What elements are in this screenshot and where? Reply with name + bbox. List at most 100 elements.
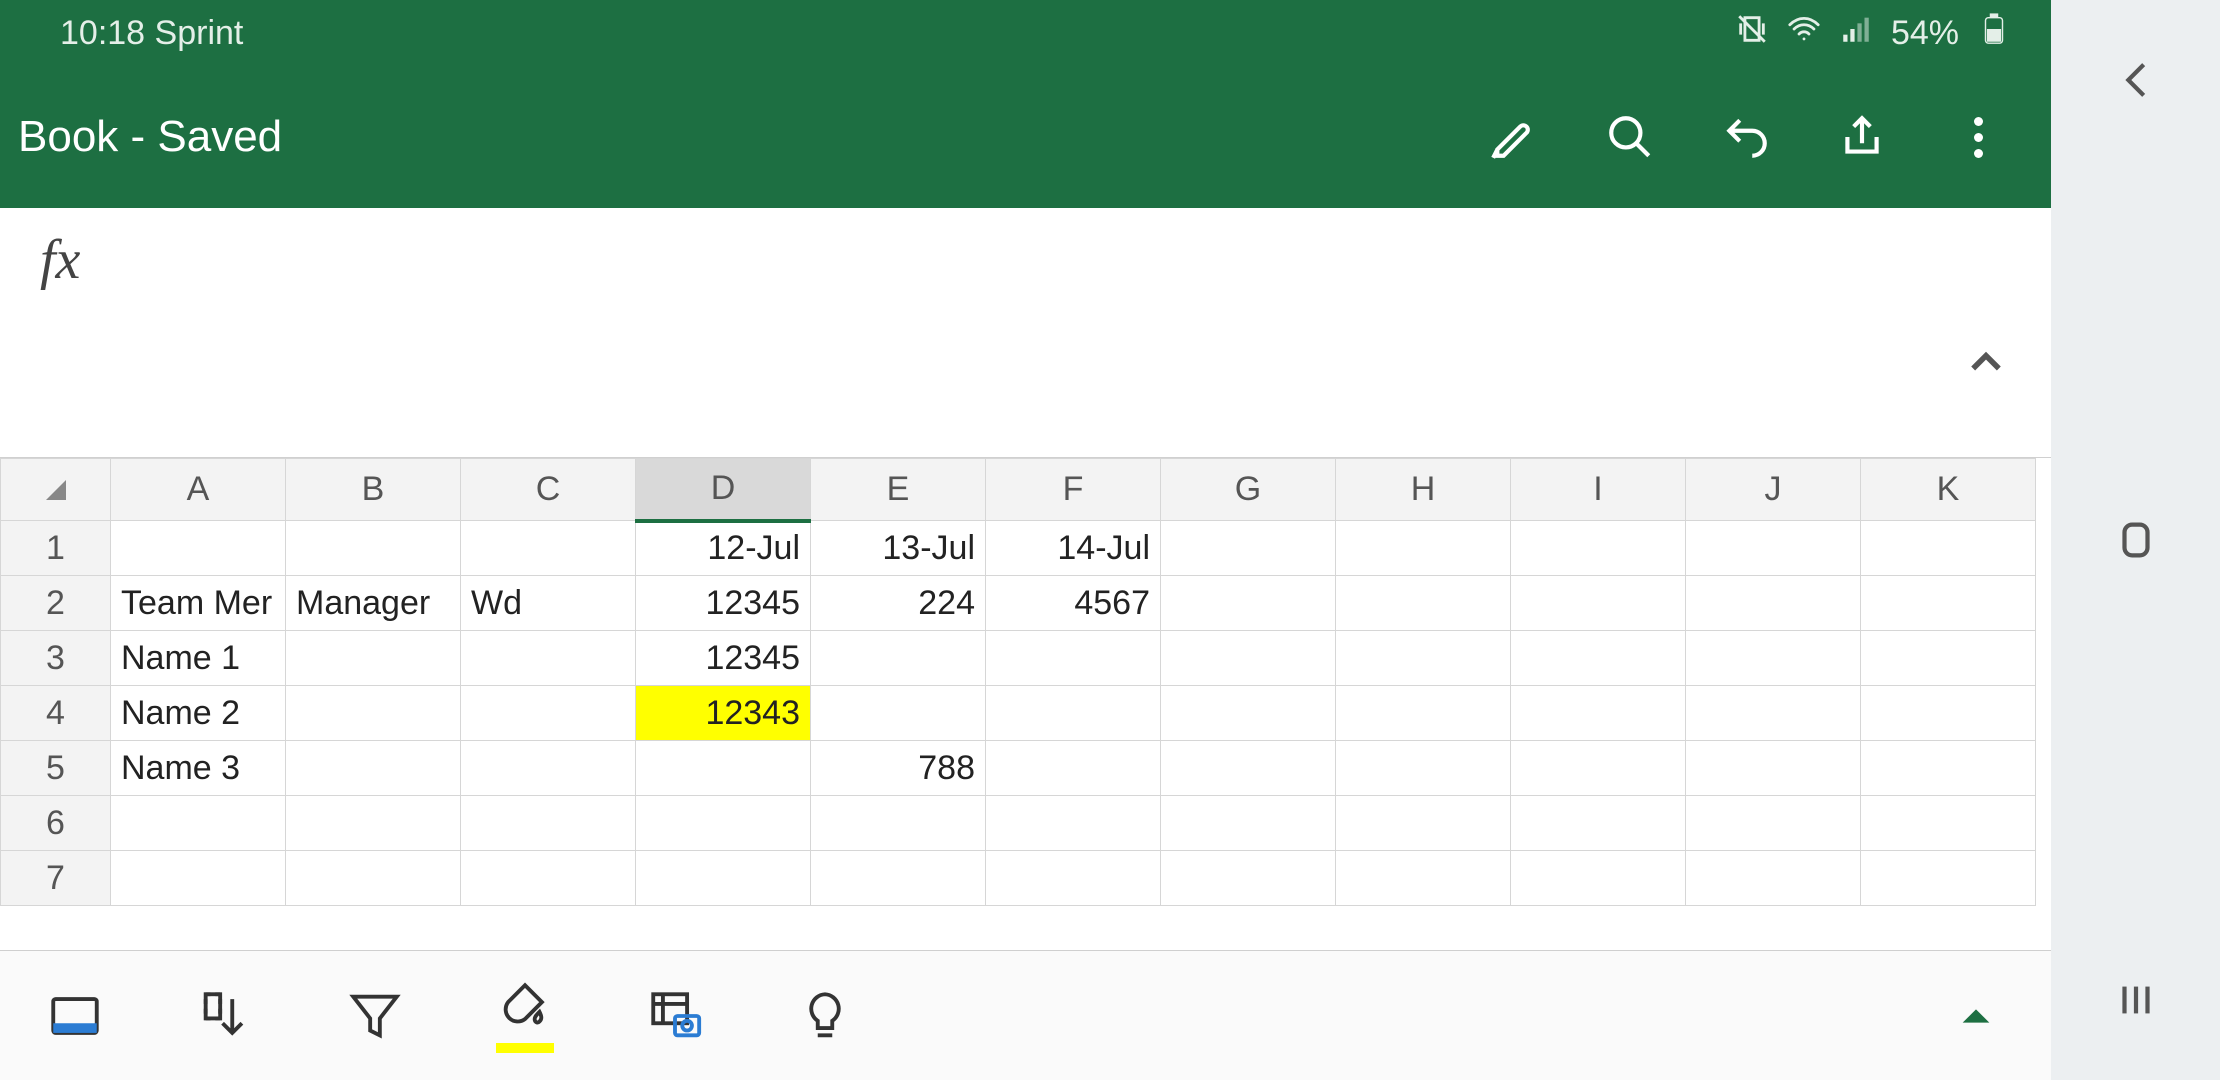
cell-K1[interactable]	[1861, 521, 2036, 576]
cell-E6[interactable]	[811, 796, 986, 851]
cell-J4[interactable]	[1686, 686, 1861, 741]
cell-G6[interactable]	[1161, 796, 1336, 851]
search-button[interactable]	[1577, 87, 1683, 187]
cell-F4[interactable]	[986, 686, 1161, 741]
row-header-6[interactable]: 6	[1, 796, 111, 851]
cell-H2[interactable]	[1336, 576, 1511, 631]
cell-C2[interactable]: Wd	[461, 576, 636, 631]
cell-B3[interactable]	[286, 631, 461, 686]
column-header-A[interactable]: A	[111, 459, 286, 521]
draw-button[interactable]	[1461, 87, 1567, 187]
cell-E7[interactable]	[811, 851, 986, 906]
cell-F1[interactable]: 14-Jul	[986, 521, 1161, 576]
cell-H4[interactable]	[1336, 686, 1511, 741]
column-header-F[interactable]: F	[986, 459, 1161, 521]
undo-button[interactable]	[1693, 87, 1799, 187]
cell-G1[interactable]	[1161, 521, 1336, 576]
column-header-J[interactable]: J	[1686, 459, 1861, 521]
spreadsheet[interactable]: ABCDEFGHIJK112-Jul13-Jul14-Jul2Team MerM…	[0, 458, 2051, 906]
cell-F2[interactable]: 4567	[986, 576, 1161, 631]
collapse-formula-button[interactable]	[1951, 328, 2021, 398]
cell-B2[interactable]: Manager	[286, 576, 461, 631]
cell-C3[interactable]	[461, 631, 636, 686]
column-header-G[interactable]: G	[1161, 459, 1336, 521]
cell-E5[interactable]: 788	[811, 741, 986, 796]
cell-D7[interactable]	[636, 851, 811, 906]
cell-K7[interactable]	[1861, 851, 2036, 906]
cell-J7[interactable]	[1686, 851, 1861, 906]
cell-C7[interactable]	[461, 851, 636, 906]
cell-A2[interactable]: Team Mer	[111, 576, 286, 631]
row-header-5[interactable]: 5	[1, 741, 111, 796]
column-header-D[interactable]: D	[636, 459, 811, 521]
cell-D5[interactable]	[636, 741, 811, 796]
cell-I7[interactable]	[1511, 851, 1686, 906]
cell-C4[interactable]	[461, 686, 636, 741]
cell-I1[interactable]	[1511, 521, 1686, 576]
column-header-I[interactable]: I	[1511, 459, 1686, 521]
cell-K4[interactable]	[1861, 686, 2036, 741]
row-header-7[interactable]: 7	[1, 851, 111, 906]
cell-E2[interactable]: 224	[811, 576, 986, 631]
cell-J5[interactable]	[1686, 741, 1861, 796]
cell-C6[interactable]	[461, 796, 636, 851]
cell-F3[interactable]	[986, 631, 1161, 686]
cell-E4[interactable]	[811, 686, 986, 741]
nav-back-button[interactable]	[2096, 40, 2176, 120]
cell-G3[interactable]	[1161, 631, 1336, 686]
cell-G4[interactable]	[1161, 686, 1336, 741]
cell-I2[interactable]	[1511, 576, 1686, 631]
cell-K5[interactable]	[1861, 741, 2036, 796]
cell-D2[interactable]: 12345	[636, 576, 811, 631]
cell-G7[interactable]	[1161, 851, 1336, 906]
ideas-button[interactable]	[780, 971, 870, 1061]
cell-K6[interactable]	[1861, 796, 2036, 851]
cell-A5[interactable]: Name 3	[111, 741, 286, 796]
cell-F6[interactable]	[986, 796, 1161, 851]
card-view-button[interactable]	[30, 971, 120, 1061]
cell-H1[interactable]	[1336, 521, 1511, 576]
fx-icon[interactable]: fx	[30, 224, 90, 296]
cell-I6[interactable]	[1511, 796, 1686, 851]
cell-D6[interactable]	[636, 796, 811, 851]
cell-A1[interactable]	[111, 521, 286, 576]
cell-B4[interactable]	[286, 686, 461, 741]
cell-D1[interactable]: 12-Jul	[636, 521, 811, 576]
formula-input[interactable]	[90, 224, 1951, 441]
cell-J3[interactable]	[1686, 631, 1861, 686]
sort-button[interactable]	[180, 971, 270, 1061]
camera-insert-button[interactable]	[630, 971, 720, 1061]
cell-J1[interactable]	[1686, 521, 1861, 576]
nav-home-button[interactable]	[2096, 500, 2176, 580]
cell-F7[interactable]	[986, 851, 1161, 906]
cell-H6[interactable]	[1336, 796, 1511, 851]
column-header-B[interactable]: B	[286, 459, 461, 521]
share-button[interactable]	[1809, 87, 1915, 187]
cell-G2[interactable]	[1161, 576, 1336, 631]
column-header-E[interactable]: E	[811, 459, 986, 521]
cell-B6[interactable]	[286, 796, 461, 851]
more-button[interactable]	[1925, 87, 2031, 187]
filter-button[interactable]	[330, 971, 420, 1061]
select-all-corner[interactable]	[1, 459, 111, 521]
cell-I4[interactable]	[1511, 686, 1686, 741]
cell-F5[interactable]	[986, 741, 1161, 796]
cell-A3[interactable]: Name 1	[111, 631, 286, 686]
nav-recent-button[interactable]	[2096, 960, 2176, 1040]
cell-A7[interactable]	[111, 851, 286, 906]
cell-I5[interactable]	[1511, 741, 1686, 796]
cell-H7[interactable]	[1336, 851, 1511, 906]
cell-B7[interactable]	[286, 851, 461, 906]
cell-J6[interactable]	[1686, 796, 1861, 851]
fill-color-button[interactable]	[480, 971, 570, 1061]
cell-A4[interactable]: Name 2	[111, 686, 286, 741]
row-header-1[interactable]: 1	[1, 521, 111, 576]
cell-D3[interactable]: 12345	[636, 631, 811, 686]
expand-toolbar-button[interactable]	[1931, 971, 2021, 1061]
cell-E3[interactable]	[811, 631, 986, 686]
cell-K2[interactable]	[1861, 576, 2036, 631]
cell-H3[interactable]	[1336, 631, 1511, 686]
row-header-2[interactable]: 2	[1, 576, 111, 631]
cell-J2[interactable]	[1686, 576, 1861, 631]
cell-K3[interactable]	[1861, 631, 2036, 686]
